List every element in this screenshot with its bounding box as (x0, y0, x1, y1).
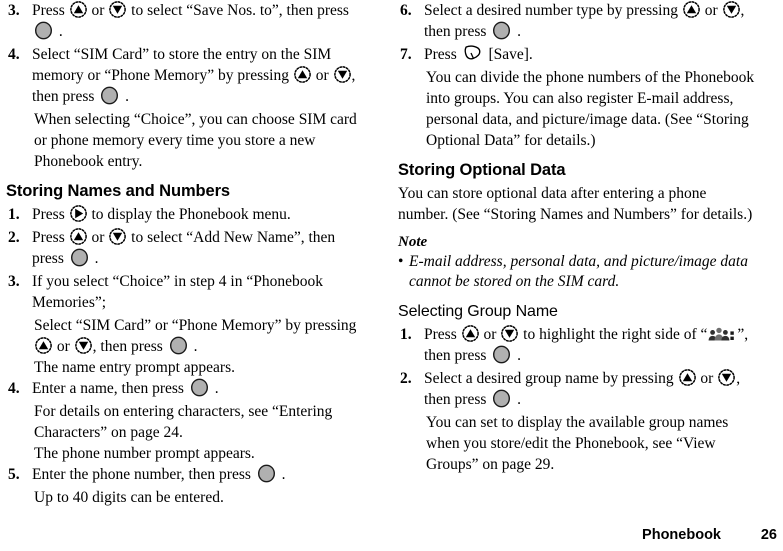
manual-page: 3. Press or to select “Save Nos. to”, the… (0, 0, 783, 551)
step-item: 5. Enter the phone number, then press . (6, 464, 366, 485)
step-item: 3. If you select “Choice” in step 4 in “P… (6, 271, 366, 313)
center-select-key-icon (169, 336, 188, 355)
step-item: 4. Select “SIM Card” to store the entry o… (6, 44, 366, 107)
step-item: 4. Enter a name, then press . (6, 378, 366, 399)
step-text: Press [Save]. (424, 44, 533, 63)
left-softkey-icon (463, 44, 483, 63)
step-number: 1. (400, 326, 412, 343)
center-select-key-icon (492, 345, 511, 364)
step-text: Select a desired number type by pressing… (424, 1, 745, 40)
step-number: 2. (400, 370, 412, 387)
left-column: 3. Press or to select “Save Nos. to”, the… (6, 0, 366, 508)
center-select-key-icon (100, 86, 119, 105)
storing-optional-data-intro: You can store optional data after enteri… (398, 185, 753, 223)
right-steps-continued: 6. Select a desired number type by pressi… (398, 0, 758, 151)
note-heading: Note (398, 234, 428, 250)
right-column: 6. Select a desired number type by pressi… (398, 0, 758, 475)
step-note: Up to 40 digits can be entered. (34, 489, 224, 506)
down-key-icon (74, 337, 92, 354)
center-select-key-icon (492, 21, 511, 40)
step-item: 6. Select a desired number type by pressi… (398, 0, 758, 42)
step-text: Press or to select “Save Nos. to”, then … (32, 1, 349, 40)
step-item: 1. Press or to highlight the right side o… (398, 324, 758, 366)
down-key-icon (109, 1, 127, 18)
step-text: Enter a name, then press . (32, 378, 219, 397)
bullet-icon: • (398, 253, 404, 270)
step-number: 3. (8, 273, 20, 290)
step-note: You can set to display the available gro… (426, 414, 729, 473)
up-key-icon (682, 1, 700, 18)
step-number: 3. (8, 2, 20, 19)
center-select-key-icon (257, 464, 276, 483)
section-heading-storing-names-and-numbers: Storing Names and Numbers (6, 182, 230, 200)
down-key-icon (501, 325, 519, 342)
up-key-icon (678, 369, 696, 386)
up-key-icon (461, 325, 479, 342)
right-steps: 1. Press or to highlight the right side o… (398, 324, 758, 475)
up-key-icon (294, 66, 311, 83)
step-number: 4. (8, 380, 20, 397)
note-text: E-mail address, personal data, and pictu… (409, 253, 748, 290)
step-text: Press or to select “Add New Name”, then … (32, 228, 336, 267)
right-key-icon (69, 205, 87, 222)
center-select-key-icon (70, 248, 89, 267)
step-text: If you select “Choice” in step 4 in “Pho… (32, 273, 323, 311)
step-text: Select “SIM Card” to store the entry on … (32, 46, 356, 105)
left-steps: 1. Press to display the Phonebook menu. 2.… (6, 204, 366, 508)
step-item: 7. Press [Save]. (398, 44, 758, 65)
step-note: The name entry prompt appears. (34, 359, 235, 376)
page-footer: Phonebook 26 (0, 527, 777, 543)
group-people-icon (708, 326, 736, 341)
step-note: You can divide the phone numbers of the … (426, 69, 755, 149)
left-steps-continued: 3. Press or to select “Save Nos. to”, the… (6, 0, 366, 172)
up-key-icon (69, 1, 87, 18)
center-select-key-icon (492, 389, 511, 408)
subsection-heading-selecting-group-name: Selecting Group Name (398, 303, 558, 320)
step-number: 7. (400, 46, 412, 63)
step-item: 2. Press or to select “Add New Name”, the… (6, 227, 366, 269)
step-text: Press to display the Phonebook menu. (32, 205, 291, 223)
footer-page-number: 26 (760, 527, 777, 543)
step-number: 4. (8, 46, 20, 63)
step-item: 1. Press to display the Phonebook menu. (6, 204, 366, 225)
down-key-icon (718, 369, 736, 386)
down-key-icon (109, 228, 127, 245)
step-item: 2. Select a desired group name by pressin… (398, 368, 758, 410)
up-key-icon (69, 228, 87, 245)
step-number: 6. (400, 2, 412, 19)
step-note: For details on entering characters, see … (34, 403, 333, 441)
note-list: • E-mail address, personal data, and pict… (398, 252, 758, 292)
section-heading-storing-optional-data: Storing Optional Data (398, 161, 566, 179)
center-select-key-icon (34, 21, 53, 40)
step-number: 5. (8, 466, 20, 483)
up-key-icon (35, 337, 52, 354)
down-key-icon (333, 66, 351, 83)
step-note: When selecting “Choice”, you can choose … (34, 111, 357, 170)
step-text: Select a desired group name by pressing … (424, 369, 741, 408)
step-number: 1. (8, 206, 20, 223)
step-number: 2. (8, 229, 20, 246)
step-text: Press or to highlight the right side of … (424, 325, 749, 364)
step-item: 3. Press or to select “Save Nos. to”, the… (6, 0, 366, 42)
center-select-key-icon (190, 378, 209, 397)
step-note: The phone number prompt appears. (34, 445, 255, 462)
step-text: Enter the phone number, then press . (32, 464, 286, 483)
down-key-icon (722, 1, 740, 18)
note-list-item: • E-mail address, personal data, and pict… (398, 252, 758, 292)
footer-section-name: Phonebook (642, 527, 721, 543)
step-subtext: Select “SIM Card” or “Phone Memory” by p… (34, 317, 357, 355)
